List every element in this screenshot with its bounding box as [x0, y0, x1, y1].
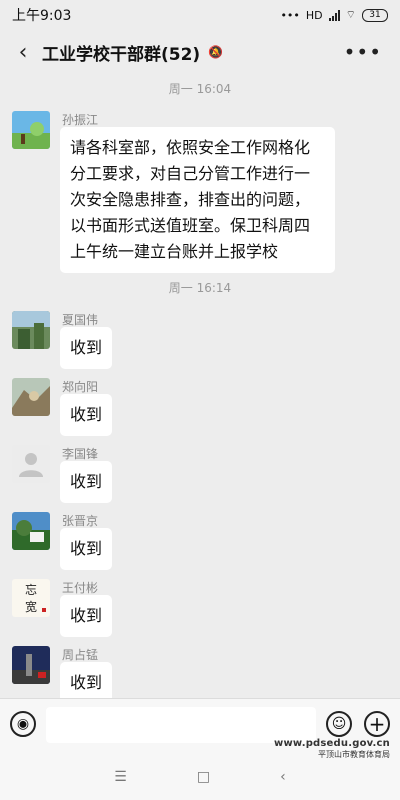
avatar[interactable]	[12, 111, 50, 149]
hd-label: HD	[305, 8, 323, 22]
message-bubble[interactable]: 收到	[60, 394, 113, 436]
sender-name: 王付彬	[62, 581, 99, 595]
menu-icon[interactable]: ☰	[114, 769, 127, 785]
status-time: 上午9:03	[12, 8, 72, 24]
avatar-image	[12, 512, 50, 550]
message-bubble[interactable]: 收到	[60, 528, 113, 570]
sender-name: 郑向阳	[62, 380, 99, 394]
battery-level: 31	[369, 10, 381, 20]
emoji-icon[interactable]: ☺	[326, 711, 352, 737]
system-nav-bar: ☰ □ ‹	[0, 754, 400, 800]
mute-bell-icon: 🔕	[208, 45, 224, 59]
avatar-image	[12, 445, 50, 483]
avatar[interactable]	[12, 512, 50, 550]
avatar[interactable]	[12, 378, 50, 416]
avatar-calligraphy-top: 忘	[25, 582, 37, 597]
message-bubble[interactable]: 收到	[60, 327, 113, 369]
avatar[interactable]	[12, 646, 50, 684]
avatar-image	[12, 111, 50, 149]
avatar-image	[12, 378, 50, 416]
timestamp: 周一 16:04	[168, 82, 232, 96]
watermark-org: 平顶山市教育体育局	[318, 750, 390, 759]
dots-icon: •••	[280, 8, 300, 22]
back-icon[interactable]: ‹	[10, 40, 36, 65]
sender-name: 孙振江	[62, 113, 99, 127]
avatar-image	[12, 646, 50, 684]
avatar[interactable]	[12, 445, 50, 483]
more-icon[interactable]: •••	[344, 40, 382, 64]
home-icon[interactable]: □	[197, 769, 210, 785]
wifi-icon: ⌔	[345, 8, 356, 21]
status-bar: 上午9:03 ••• HD ⌔ 31	[0, 0, 400, 30]
avatar-calligraphy-bottom: 宽	[25, 599, 37, 614]
chat-header: ‹ 工业学校干部群(52) 🔕 •••	[0, 30, 400, 74]
avatar-image: 忘 宽	[12, 579, 50, 617]
battery-icon: 31	[362, 8, 388, 22]
watermark-url: www.pdsedu.gov.cn	[274, 738, 390, 749]
avatar[interactable]: 忘 宽	[12, 579, 50, 617]
voice-icon[interactable]: ◉	[10, 711, 36, 737]
chat-title: 工业学校干部群(52)	[42, 44, 201, 65]
avatar-image	[12, 311, 50, 349]
plus-icon[interactable]: +	[364, 711, 390, 737]
back-nav-icon[interactable]: ‹	[280, 769, 286, 785]
avatar[interactable]	[12, 311, 50, 349]
signal-icon	[328, 9, 340, 21]
sender-name: 李国锋	[62, 447, 99, 461]
timestamp: 周一 16:14	[168, 281, 232, 295]
sender-name: 夏国伟	[62, 313, 99, 327]
sender-name: 张晋京	[62, 514, 99, 528]
message-bubble[interactable]: 请各科室部，依照安全工作网格化分工要求，对自己分管工作进行一次安全隐患排查，排查…	[60, 127, 335, 273]
message-bubble[interactable]: 收到	[60, 595, 113, 637]
sender-name: 周占锰	[62, 648, 99, 662]
message-bubble[interactable]: 收到	[60, 461, 113, 503]
watermark: www.pdsedu.gov.cn 平顶山市教育体育局	[274, 738, 390, 760]
status-icons: ••• HD ⌔ 31	[280, 8, 388, 22]
